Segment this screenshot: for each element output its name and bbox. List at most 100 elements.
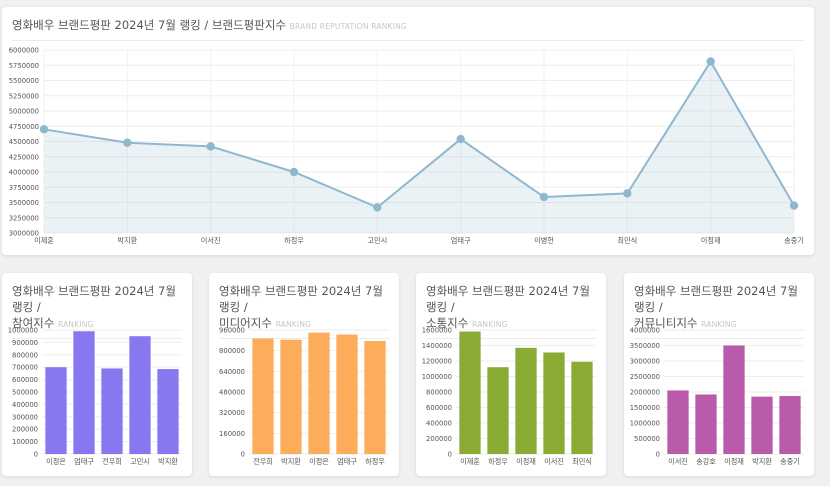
- participation-bar-chart: 0 100000 200000 300000 400000 500000 600000 700…: [8, 327, 182, 466]
- bar: [73, 331, 95, 454]
- y-tick-label: 6000000: [9, 47, 39, 55]
- y-tick-label: 5750000: [9, 62, 39, 70]
- x-tick-label: 송강호: [696, 457, 716, 466]
- y-tick-label: 5250000: [9, 92, 39, 100]
- y-tick-label: 500000: [634, 435, 660, 443]
- x-tick-label: 전우희: [102, 457, 122, 466]
- bar: [252, 338, 274, 454]
- x-tick-label: 이제훈: [460, 457, 480, 466]
- media-chart-card: 영화배우 브랜드평판 2024년 7월 랭킹 / 미디어지수 RANKING 0…: [209, 273, 399, 476]
- x-tick-label: 이정재: [724, 457, 744, 466]
- x-tick-label: 이정은: [46, 457, 66, 466]
- x-tick-label: 전우희: [253, 457, 273, 466]
- x-tick-label: 이서진: [544, 457, 564, 466]
- bar: [571, 361, 593, 454]
- data-point: [706, 57, 715, 66]
- y-tick-label: 1200000: [422, 358, 452, 366]
- y-tick-label: 0: [34, 451, 38, 459]
- y-tick-label: 5500000: [9, 77, 39, 85]
- y-tick-label: 160000: [219, 430, 245, 438]
- bar: [667, 390, 689, 454]
- main-chart-card: 영화배우 브랜드평판 2024년 7월 랭킹 / 브랜드평판지수 BRAND R…: [2, 7, 814, 255]
- y-tick-label: 1000000: [630, 420, 660, 428]
- bar: [101, 368, 123, 454]
- bar: [723, 345, 745, 454]
- y-tick-label: 4750000: [9, 123, 39, 131]
- y-tick-label: 0: [656, 451, 660, 459]
- y-tick-label: 2000000: [630, 389, 660, 397]
- y-tick-label: 4500000: [9, 138, 39, 146]
- data-point: [39, 125, 49, 134]
- x-tick-label: 송중기: [784, 236, 804, 245]
- y-tick-label: 3250000: [9, 214, 39, 222]
- area-fill: [44, 61, 794, 234]
- y-tick-label: 3500000: [630, 342, 660, 350]
- bar: [45, 367, 67, 454]
- y-tick-label: 1000000: [422, 373, 452, 381]
- y-tick-label: 300000: [12, 413, 38, 421]
- y-tick-label: 640000: [219, 368, 245, 376]
- x-tick-label: 박지환: [281, 457, 301, 466]
- x-tick-label: 박지환: [117, 236, 137, 245]
- data-point: [539, 192, 549, 202]
- x-tick-label: 고민시: [367, 236, 387, 245]
- x-tick-label: 엄태구: [337, 457, 357, 466]
- y-tick-label: 700000: [12, 364, 38, 372]
- bar: [543, 352, 565, 454]
- data-point: [206, 142, 215, 151]
- y-tick-label: 400000: [12, 401, 38, 409]
- data-point: [289, 167, 299, 177]
- y-tick-label: 320000: [219, 409, 245, 417]
- communication-bar-chart: 0 200000 400000 600000 800000 1000000 1200000 1…: [422, 327, 596, 466]
- x-tick-label: 송중기: [780, 457, 800, 466]
- y-tick-label: 1400000: [422, 342, 452, 350]
- bar: [336, 334, 358, 454]
- x-tick-label: 이제훈: [34, 236, 54, 245]
- y-tick-label: 800000: [219, 347, 245, 355]
- x-tick-label: 하정우: [488, 457, 508, 466]
- x-tick-label: 박지환: [752, 457, 772, 466]
- y-tick-label: 0: [448, 451, 452, 459]
- x-tick-label: 이병헌: [534, 236, 554, 245]
- communication-chart-card: 영화배우 브랜드평판 2024년 7월 랭킹 / 소통지수 RANKING 02…: [416, 273, 606, 476]
- y-tick-label: 400000: [426, 420, 452, 428]
- y-tick-label: 1000000: [8, 327, 38, 335]
- y-tick-label: 4000000: [630, 327, 660, 335]
- bar: [129, 336, 151, 454]
- bar: [459, 331, 481, 454]
- y-tick-label: 1500000: [630, 404, 660, 412]
- y-tick-label: 200000: [426, 435, 452, 443]
- y-tick-label: 5000000: [9, 108, 39, 116]
- bar: [515, 347, 537, 454]
- x-tick-label: 이정재: [701, 236, 721, 245]
- bar: [280, 339, 302, 454]
- bar: [779, 396, 801, 454]
- bar: [695, 394, 717, 454]
- x-tick-label: 고민시: [130, 457, 150, 466]
- community-bar-chart: 0 500000 1000000 1500000 2000000 2500000 30000…: [630, 327, 804, 466]
- x-tick-label: 엄태구: [451, 236, 471, 245]
- x-tick-label: 하정우: [284, 236, 304, 245]
- y-tick-label: 800000: [426, 389, 452, 397]
- data-point: [373, 203, 382, 212]
- bar: [487, 367, 509, 454]
- bar: [751, 396, 773, 454]
- x-tick-label: 이정재: [516, 457, 536, 466]
- y-tick-label: 480000: [219, 389, 245, 397]
- data-point: [123, 138, 132, 147]
- bar: [364, 340, 386, 454]
- participation-chart-card: 영화배우 브랜드평판 2024년 7월 랭킹 / 참여지수 RANKING 01…: [2, 273, 192, 476]
- bar: [308, 332, 330, 454]
- y-tick-label: 800000: [12, 351, 38, 359]
- y-tick-label: 600000: [426, 404, 452, 412]
- x-tick-label: 하정우: [365, 457, 385, 466]
- x-tick-label: 엄태구: [74, 457, 94, 466]
- y-tick-label: 3500000: [9, 199, 39, 207]
- media-bar-chart: 0 160000 320000 480000 640000 800000 960000 전우희…: [219, 327, 389, 466]
- x-tick-label: 이서진: [668, 457, 688, 466]
- y-tick-label: 500000: [12, 389, 38, 397]
- y-tick-label: 3750000: [9, 184, 39, 192]
- y-tick-label: 960000: [219, 327, 245, 335]
- y-tick-label: 100000: [12, 438, 38, 446]
- x-tick-label: 박지환: [158, 457, 178, 466]
